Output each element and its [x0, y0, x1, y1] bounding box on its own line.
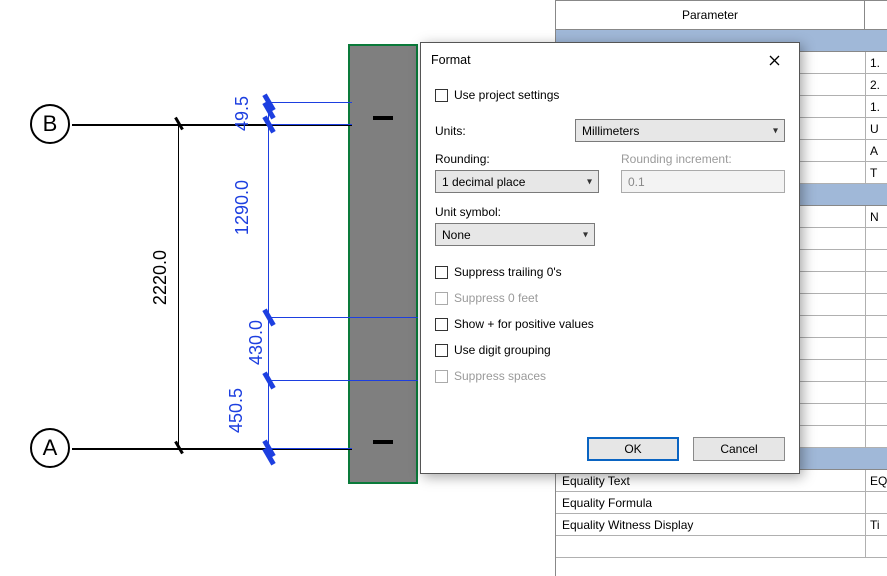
param-row-equality-formula[interactable]: Equality Formula	[556, 492, 887, 514]
units-select[interactable]: Millimeters ▾	[575, 119, 785, 142]
param-row[interactable]	[556, 536, 887, 558]
chevron-down-icon: ▾	[587, 176, 592, 187]
use-project-settings-label: Use project settings	[454, 88, 559, 102]
suppress-spaces-checkbox	[435, 370, 448, 383]
param-header-row: Parameter	[556, 0, 887, 30]
rounding-increment-field: 0.1	[621, 170, 785, 193]
wall-element[interactable]	[348, 44, 418, 484]
rounding-select[interactable]: 1 decimal place ▾	[435, 170, 599, 193]
dim-mid[interactable]: 1290.0	[232, 180, 253, 235]
dim-ext-5	[268, 448, 352, 449]
dim-overall[interactable]: 2220.0	[150, 250, 171, 305]
unit-symbol-label: Unit symbol:	[435, 205, 785, 219]
unit-symbol-value: None	[442, 228, 471, 242]
digit-grouping-checkbox[interactable]	[435, 344, 448, 357]
wall-ref-mark-bottom	[373, 440, 393, 444]
format-dialog: Format Use project settings Units: Milli…	[420, 42, 800, 474]
dim-line-blue-main	[268, 100, 269, 458]
show-plus-checkbox[interactable]	[435, 318, 448, 331]
show-plus-label: Show + for positive values	[454, 317, 594, 331]
ok-button[interactable]: OK	[587, 437, 679, 461]
suppress-spaces-label: Suppress spaces	[454, 369, 546, 383]
dim-ext-1	[268, 102, 352, 103]
dim-ext-2	[268, 124, 352, 125]
grid-bubble-a[interactable]: A	[30, 428, 70, 468]
dialog-title: Format	[431, 53, 471, 67]
units-value: Millimeters	[582, 124, 639, 138]
suppress-zero-feet-checkbox	[435, 292, 448, 305]
rounding-value: 1 decimal place	[442, 175, 525, 189]
param-row-equality-witness[interactable]: Equality Witness Display Ti	[556, 514, 887, 536]
chevron-down-icon: ▾	[583, 229, 588, 240]
unit-symbol-select[interactable]: None ▾	[435, 223, 595, 246]
rounding-label: Rounding:	[435, 152, 599, 166]
dim-top[interactable]: 49.5	[232, 96, 253, 131]
close-button[interactable]	[759, 45, 789, 75]
dim-line-overall	[178, 124, 179, 448]
rounding-increment-label: Rounding increment:	[621, 152, 785, 166]
digit-grouping-label: Use digit grouping	[454, 343, 551, 357]
cancel-button[interactable]: Cancel	[693, 437, 785, 461]
grid-bubble-b[interactable]: B	[30, 104, 70, 144]
dim-bottom[interactable]: 450.5	[226, 388, 247, 433]
dim-ext-4	[268, 380, 418, 381]
suppress-trailing-zeros-checkbox[interactable]	[435, 266, 448, 279]
close-icon	[769, 55, 780, 66]
dialog-titlebar: Format	[421, 43, 799, 77]
param-header-label: Parameter	[556, 1, 865, 29]
suppress-trailing-zeros-label: Suppress trailing 0's	[454, 265, 562, 279]
dim-430[interactable]: 430.0	[246, 320, 267, 365]
chevron-down-icon: ▾	[773, 125, 778, 136]
wall-ref-mark-top	[373, 116, 393, 120]
units-label: Units:	[435, 124, 575, 138]
dim-ext-3	[268, 317, 418, 318]
suppress-zero-feet-label: Suppress 0 feet	[454, 291, 538, 305]
grid-label: A	[43, 435, 58, 461]
use-project-settings-checkbox[interactable]	[435, 89, 448, 102]
grid-label: B	[43, 111, 58, 137]
